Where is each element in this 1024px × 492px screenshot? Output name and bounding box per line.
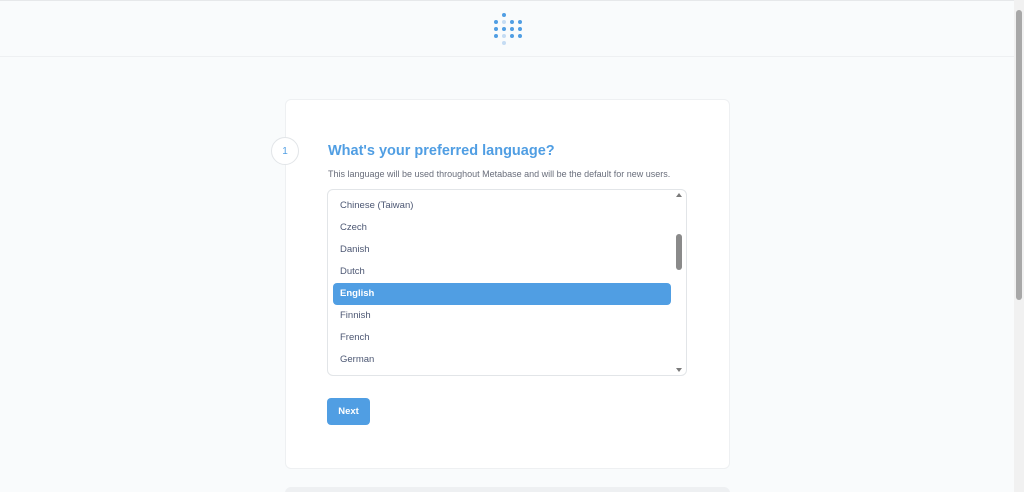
list-item[interactable]: Dutch xyxy=(333,261,671,283)
next-step-card xyxy=(285,487,730,492)
scroll-up-arrow-icon[interactable] xyxy=(676,193,682,197)
list-item[interactable]: French xyxy=(333,327,671,349)
next-button[interactable]: Next xyxy=(327,398,370,425)
list-item[interactable]: Chinese (Taiwan) xyxy=(333,195,671,217)
list-item-selected[interactable]: English xyxy=(333,283,671,305)
step-number-badge: 1 xyxy=(271,137,299,165)
list-item[interactable]: Czech xyxy=(333,217,671,239)
listbox-scrollbar[interactable] xyxy=(674,190,686,375)
step-title: What's your preferred language? xyxy=(328,143,555,159)
page-scroll-thumb[interactable] xyxy=(1016,10,1022,300)
scroll-thumb[interactable] xyxy=(676,234,682,270)
scroll-down-arrow-icon[interactable] xyxy=(676,368,682,372)
step-description: This language will be used throughout Me… xyxy=(328,169,671,179)
metabase-logo-icon[interactable] xyxy=(492,12,524,46)
language-listbox[interactable]: Chinese (Taiwan) Czech Danish Dutch Engl… xyxy=(327,189,687,376)
list-item[interactable]: German xyxy=(333,349,671,371)
list-item[interactable]: Finnish xyxy=(333,305,671,327)
language-list: Chinese (Taiwan) Czech Danish Dutch Engl… xyxy=(333,195,671,371)
top-bar xyxy=(0,0,1014,57)
list-item[interactable]: Danish xyxy=(333,239,671,261)
